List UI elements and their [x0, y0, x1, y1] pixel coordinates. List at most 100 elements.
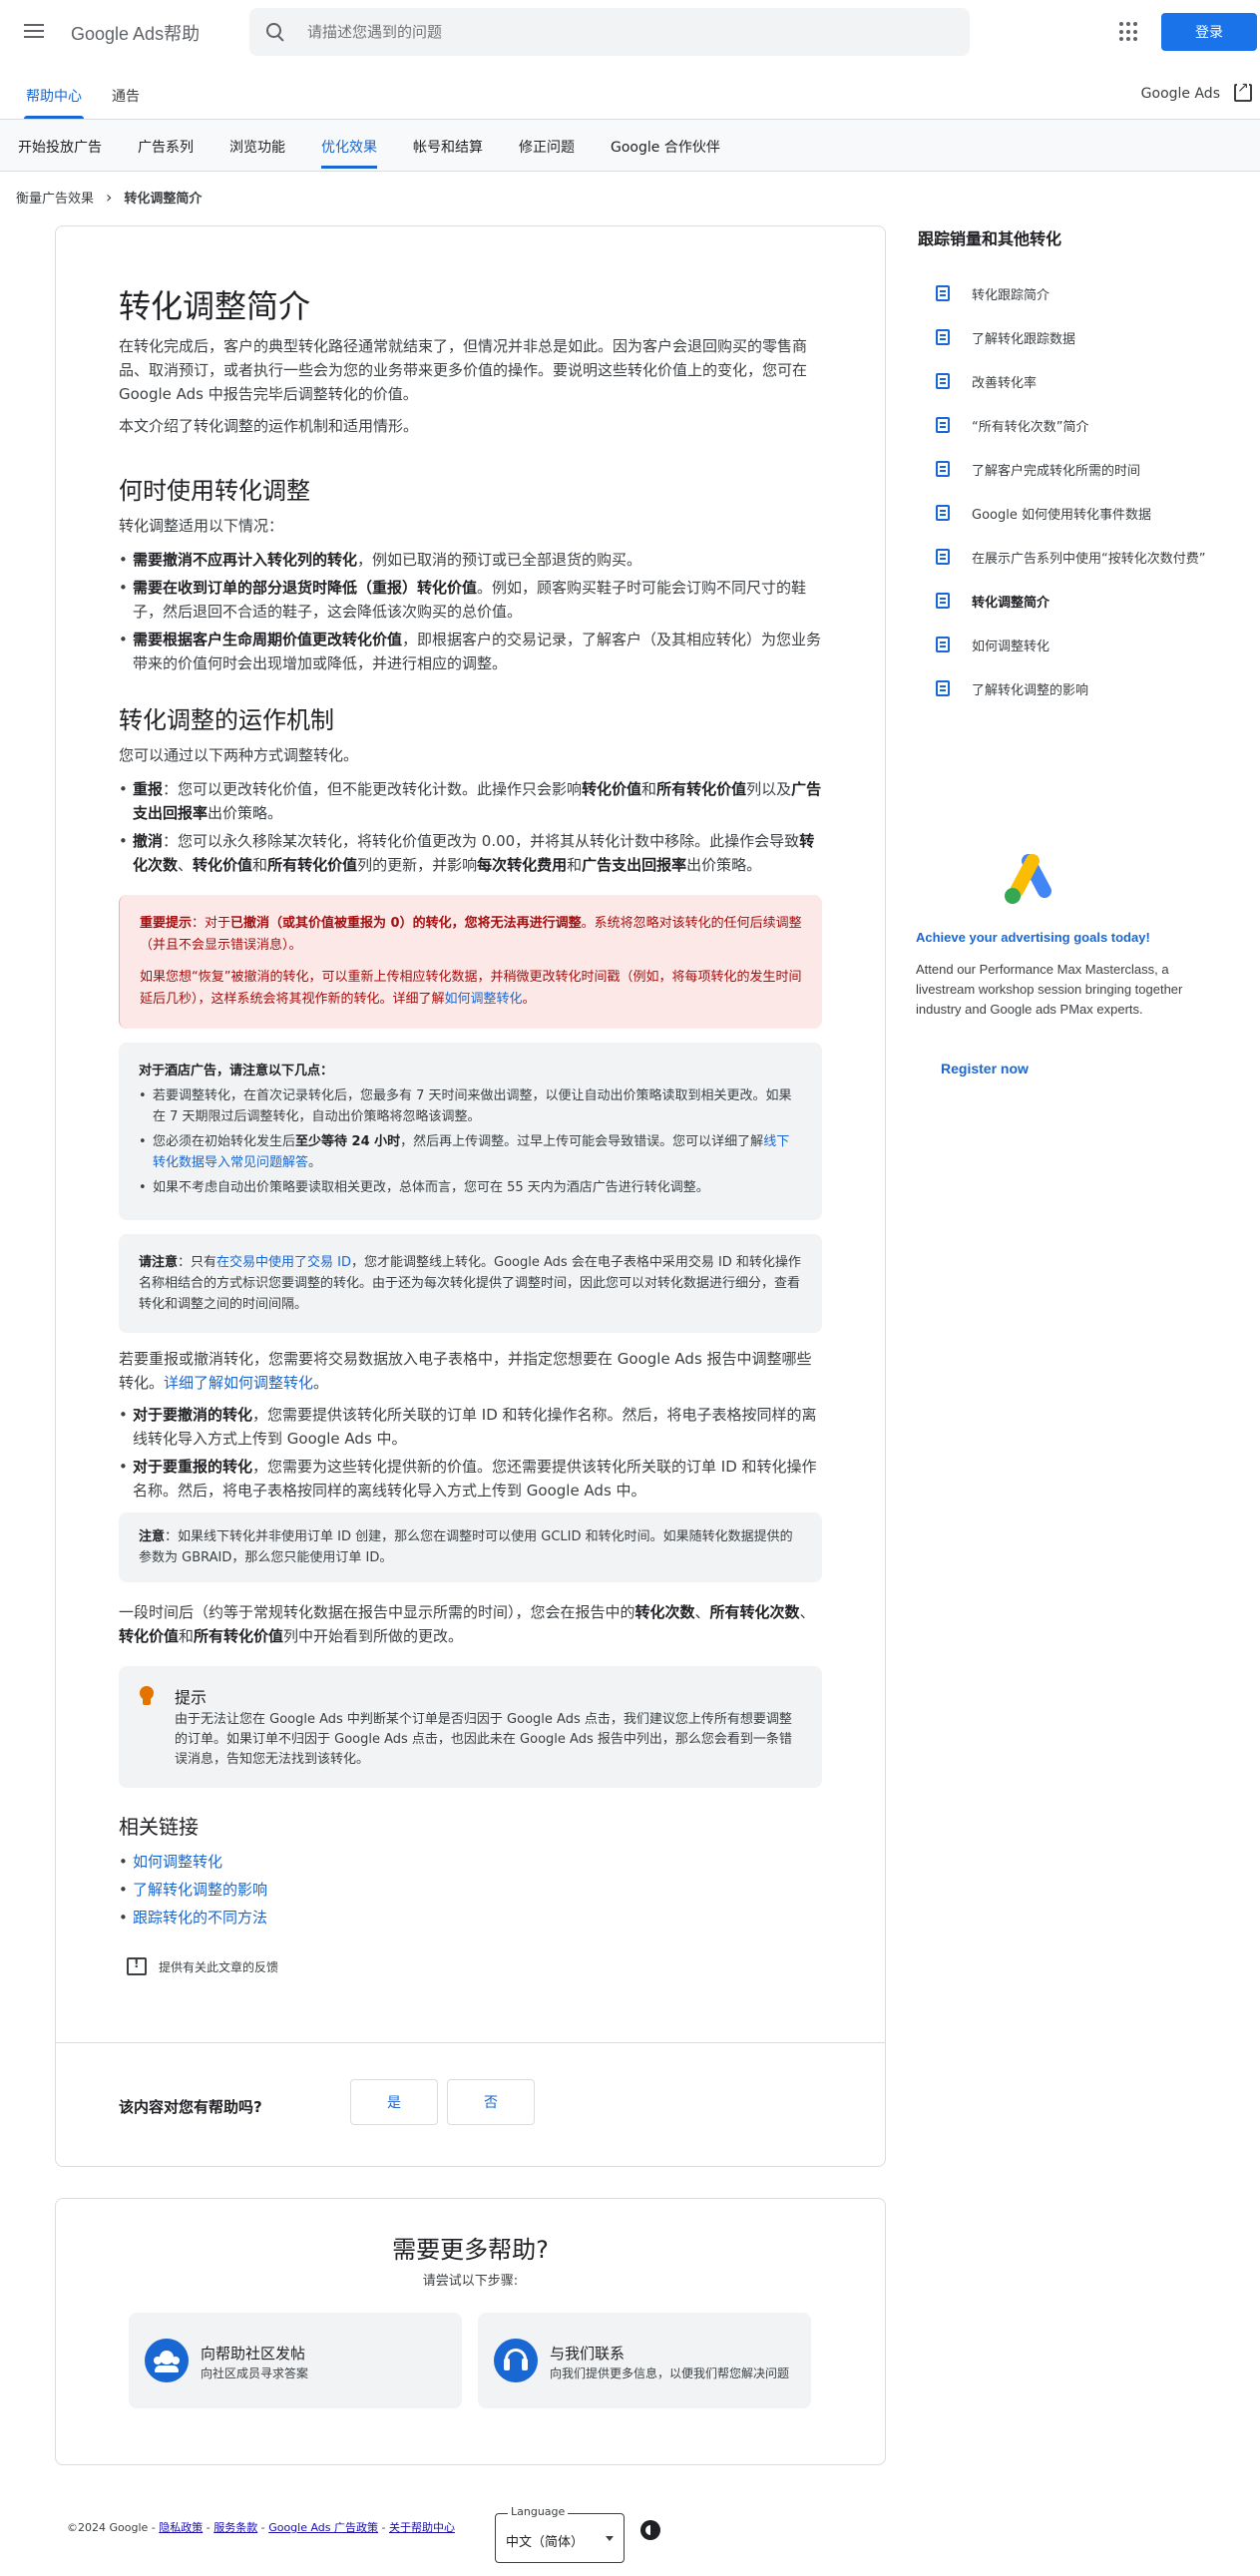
- helpful-bar: 该内容对您有帮助吗? 是 否: [56, 2042, 885, 2167]
- section-lead: 您可以通过以下两种方式调整转化。: [119, 746, 359, 764]
- search-input[interactable]: [307, 23, 906, 41]
- terms-link[interactable]: 服务条款: [213, 2521, 257, 2534]
- cat-get-started[interactable]: 开始投放广告: [18, 137, 102, 157]
- cat-fix-issues[interactable]: 修正问题: [519, 137, 575, 157]
- google-ads-link[interactable]: Google Ads: [1141, 86, 1220, 102]
- privacy-link[interactable]: 隐私政策: [159, 2521, 203, 2534]
- contact-title: 与我们联系: [550, 2345, 626, 2362]
- cat-partners[interactable]: Google 合作伙伴: [611, 137, 720, 157]
- tip-text: 由于无法让您在 Google Ads 中判断某个订单是否归因于 Google A…: [175, 1712, 792, 1767]
- yes-button[interactable]: 是: [350, 2079, 438, 2125]
- community-title: 向帮助社区发帖: [201, 2345, 306, 2362]
- sidebar-item[interactable]: 了解客户完成转化所需的时间: [918, 447, 1247, 491]
- more-help-subtitle: 请尝试以下步骤:: [422, 2274, 519, 2289]
- feedback-link[interactable]: 提供有关此文章的反馈: [127, 1956, 822, 1975]
- hotel-ads-callout: 对于酒店广告，请注意以下几点： 若要调整转化，在首次记录转化后，您最多有 7 天…: [119, 1043, 822, 1220]
- apps-grid-icon[interactable]: [1119, 22, 1139, 42]
- contact-card[interactable]: 与我们联系 向我们提供更多信息，以便我们帮您解决问题: [478, 2313, 811, 2408]
- cat-features[interactable]: 浏览功能: [229, 137, 285, 157]
- article-icon: [936, 637, 950, 652]
- promo-body: Attend our Performance Max Masterclass, …: [916, 962, 1183, 1017]
- community-card[interactable]: 向帮助社区发帖 向社区成员寻求答案: [129, 2313, 462, 2408]
- sidebar-item[interactable]: 了解转化调整的影响: [918, 666, 1247, 710]
- no-button[interactable]: 否: [447, 2079, 535, 2125]
- hotel-list: 若要调整转化，在首次记录转化后，您最多有 7 天时间来做出调整，以便让自动出价策…: [139, 1085, 802, 1198]
- related-list: 如何调整转化 了解转化调整的影响 跟踪转化的不同方法: [119, 1850, 822, 1930]
- sidebar-item-active[interactable]: 转化调整简介: [918, 579, 1247, 623]
- note-callout-2: 注意：如果线下转化并非使用订单 ID 创建，那么您在调整时可以使用 GCLID …: [119, 1512, 822, 1582]
- sidebar: 跟踪销量和其他转化 转化跟踪简介 了解转化跟踪数据 改善转化率 “所有转化次数”…: [918, 225, 1247, 710]
- sidebar-item[interactable]: 转化跟踪简介: [918, 271, 1247, 315]
- cat-optimize[interactable]: 优化效果: [321, 137, 377, 169]
- sidebar-item[interactable]: 在展示广告系列中使用“按转化次数付费”: [918, 535, 1247, 579]
- section-lead: 转化调整适用以下情况：: [119, 517, 284, 535]
- promo-title: Achieve your advertising goals today!: [916, 930, 1150, 945]
- note-text: 注意：如果线下转化并非使用订单 ID 创建，那么您在调整时可以使用 GCLID …: [139, 1529, 793, 1565]
- sidebar-item[interactable]: Google 如何使用转化事件数据: [918, 491, 1247, 535]
- language-value: 中文（简体）: [506, 2535, 585, 2550]
- footer: ©2024 Google - 隐私政策 - 服务条款 - Google Ads …: [67, 2521, 455, 2534]
- cat-campaigns[interactable]: 广告系列: [138, 137, 194, 157]
- how-to-adjust-link[interactable]: 如何调整转化: [445, 992, 523, 1007]
- list-item: 重报：您可以更改转化价值，但不能更改转化计数。此操作只会影响转化价值和所有转化价…: [119, 777, 822, 825]
- article-icon: [936, 593, 950, 609]
- list-item: 了解转化调整的影响: [119, 1878, 822, 1902]
- language-select[interactable]: Language 中文（简体）: [495, 2505, 625, 2563]
- feedback-label: 提供有关此文章的反馈: [159, 1959, 279, 1974]
- sidebar-item[interactable]: 如何调整转化: [918, 623, 1247, 666]
- about-help-link[interactable]: 关于帮助中心: [389, 2521, 455, 2534]
- logo[interactable]: Google Ads帮助: [71, 20, 200, 46]
- community-subtitle: 向社区成员寻求答案: [201, 2366, 309, 2380]
- article-icon: [936, 329, 950, 345]
- callout-title: 对于酒店广告，请注意以下几点：: [139, 1064, 334, 1078]
- list-item: 您必须在初始转化发生后至少等待 24 小时，然后再上传调整。过早上传可能会导致错…: [139, 1131, 802, 1173]
- more-help-card: 需要更多帮助? 请尝试以下步骤: 向帮助社区发帖 向社区成员寻求答案 与我们联系…: [55, 2198, 886, 2465]
- list-item: 需要根据客户生命周期价值更改转化价值，即根据客户的交易记录，了解客户（及其相应转…: [119, 628, 822, 675]
- learn-adjust-link[interactable]: 详细了解如何调整转化: [164, 1374, 313, 1392]
- cat-billing[interactable]: 帐号和结算: [413, 137, 483, 157]
- search-icon[interactable]: [265, 22, 285, 42]
- related-links: 相关链接 如何调整转化 了解转化调整的影响 跟踪转化的不同方法: [119, 1812, 822, 1930]
- note-callout: 请注意：只有在交易中使用了交易 ID，您才能调整线上转化。Google Ads …: [119, 1234, 822, 1333]
- intro-paragraph-2: 本文介绍了转化调整的运作机制和适用情形。: [119, 417, 419, 435]
- breadcrumb-current: 转化调整简介: [124, 192, 203, 207]
- list-item: 需要撤消不应再计入转化列的转化，例如已取消的预订或已全部退货的购买。: [119, 548, 822, 572]
- ads-policy-link[interactable]: Google Ads 广告政策: [268, 2521, 378, 2534]
- transaction-id-link[interactable]: 在交易中使用了交易 ID: [216, 1255, 351, 1270]
- tab-help-center[interactable]: 帮助中心: [24, 86, 84, 119]
- list-item: 撤消：您可以永久移除某次转化，将转化价值更改为 0.00，并将其从转化计数中移除…: [119, 829, 822, 877]
- results-paragraph: 一段时间后（约等于常规转化数据在报告中显示所需的时间），您会在报告中的转化次数、…: [119, 1603, 815, 1645]
- related-link[interactable]: 了解转化调整的影响: [133, 1881, 267, 1899]
- sidebar-item[interactable]: 改善转化率: [918, 359, 1247, 403]
- login-button[interactable]: 登录: [1161, 13, 1257, 51]
- list-item: 如何调整转化: [119, 1850, 822, 1874]
- sidebar-item[interactable]: 了解转化跟踪数据: [918, 315, 1247, 359]
- breadcrumb-parent[interactable]: 衡量广告效果: [16, 188, 94, 207]
- lightbulb-icon: [139, 1686, 155, 1708]
- copyright: ©2024 Google -: [67, 2521, 156, 2534]
- warning-callout: 重要提示：对于已撤消（或其价值被重报为 0）的转化，您将无法再进行调整。系统将忽…: [119, 895, 822, 1029]
- list-item: 需要在收到订单的部分退货时降低（重报）转化价值。例如，顾客购买鞋子时可能会订购不…: [119, 576, 822, 624]
- language-label: Language: [508, 2505, 569, 2518]
- list-item: 对于要撤消的转化，您需要提供该转化所关联的订单 ID 和转化操作名称。然后，将电…: [119, 1403, 822, 1451]
- theme-toggle-icon[interactable]: [640, 2520, 660, 2540]
- help-nav: 帮助中心 通告 Google Ads: [0, 64, 1260, 120]
- tip-callout: 提示 由于无法让您在 Google Ads 中判断某个订单是否归因于 Googl…: [119, 1666, 822, 1788]
- top-bar: Google Ads帮助 登录: [0, 0, 1260, 64]
- tip-title: 提示: [175, 1688, 208, 1707]
- related-link[interactable]: 如何调整转化: [133, 1853, 222, 1871]
- warning-text: 如果您想“恢复”被撤消的转化，可以重新上传相应转化数据，并稍微更改转化时间戳（例…: [140, 970, 802, 1007]
- breadcrumb: 衡量广告效果 › 转化调整简介: [16, 188, 202, 207]
- sidebar-item[interactable]: “所有转化次数”简介: [918, 403, 1247, 447]
- contact-subtitle: 向我们提供更多信息，以便我们帮您解决问题: [550, 2366, 790, 2380]
- search-box[interactable]: [249, 8, 970, 56]
- external-link-icon[interactable]: [1234, 80, 1252, 102]
- tab-announcements[interactable]: 通告: [112, 86, 140, 106]
- section-heading: 转化调整的运作机制: [119, 706, 334, 734]
- register-now-link[interactable]: Register now: [941, 1061, 1029, 1076]
- article-icon: [936, 417, 950, 433]
- related-link[interactable]: 跟踪转化的不同方法: [133, 1909, 267, 1927]
- list-item: 对于要重报的转化，您需要为这些转化提供新的价值。您还需要提供该转化所关联的订单 …: [119, 1455, 822, 1503]
- menu-icon[interactable]: [22, 20, 46, 44]
- article-icon: [936, 285, 950, 301]
